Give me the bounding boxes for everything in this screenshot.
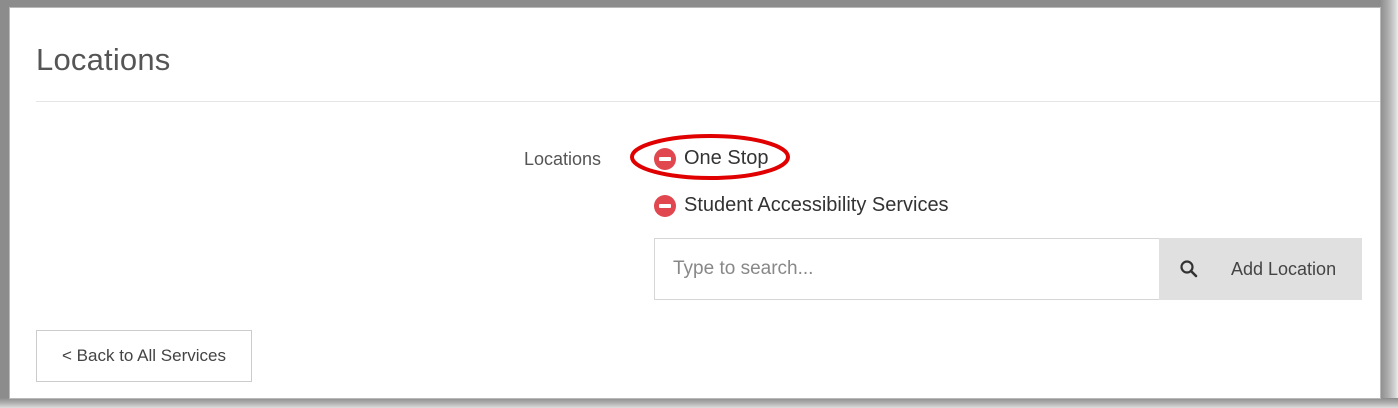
search-icon — [1180, 260, 1198, 278]
locations-field-label: Locations — [524, 149, 602, 169]
location-name: Student Accessibility Services — [684, 194, 949, 216]
back-to-all-services-button[interactable]: < Back to All Services — [36, 330, 252, 382]
frame-shadow-right — [1380, 0, 1398, 408]
location-item-student-accessibility-services: Student Accessibility Services — [654, 194, 949, 217]
remove-location-icon[interactable] — [654, 194, 676, 217]
location-search-input[interactable] — [654, 238, 1159, 300]
title-divider — [36, 101, 1380, 102]
highlight-annotation-ellipse — [630, 134, 790, 180]
add-location-button[interactable]: Add Location — [1159, 238, 1362, 300]
add-location-label: Add Location — [1231, 258, 1337, 279]
screenshot-frame: Locations Locations One Stop Student Acc… — [0, 0, 1398, 408]
frame-shadow-bottom — [0, 398, 1398, 408]
locations-panel: Locations Locations One Stop Student Acc… — [10, 8, 1380, 398]
section-title: Locations — [36, 42, 171, 77]
location-search-group: Add Location — [654, 238, 1362, 300]
